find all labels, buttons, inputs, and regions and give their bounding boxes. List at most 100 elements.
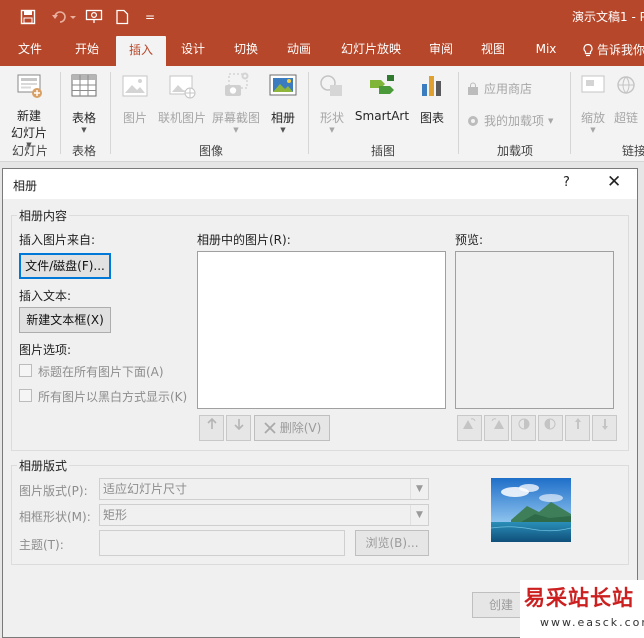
preview-label: 预览: (455, 233, 484, 247)
undo-icon[interactable] (50, 7, 78, 27)
group-label-addins: 加载项 (496, 144, 533, 158)
new-document-icon[interactable] (112, 7, 132, 27)
dropdown-arrow-icon: ▼ (548, 116, 554, 125)
zoom-button[interactable]: 缩放 ▼ (574, 72, 612, 134)
delete-button[interactable]: 删除(V) (254, 415, 330, 441)
lightbulb-icon (583, 43, 593, 57)
caption-below-checkbox[interactable] (19, 364, 32, 377)
insert-text-label: 插入文本: (19, 289, 72, 303)
tab-mix[interactable]: Mix (526, 34, 566, 66)
contrast-down-icon (544, 418, 555, 430)
customize-qat-icon[interactable]: = (140, 7, 160, 27)
table-label: 表格 (71, 111, 96, 125)
pictures-listbox[interactable] (197, 251, 446, 409)
shapes-button[interactable]: 形状 ▼ (312, 72, 352, 134)
tab-animations[interactable]: 动画 (278, 34, 320, 66)
frame-shape-value: 矩形 (103, 508, 128, 522)
black-white-checkbox[interactable] (19, 389, 32, 402)
store-icon (468, 82, 478, 95)
pictures-in-album-label: 相册中的图片(R): (197, 233, 291, 247)
ribbon-insert: 新建 幻灯片 ▼ 幻灯片 表格 ▼ 表格 图片 联机图片 屏幕截图 ▼ 相册 ▼… (0, 66, 644, 162)
online-picture-label: 联机图片 (157, 111, 206, 125)
store-button[interactable]: 应用商店 (466, 80, 532, 97)
tab-view[interactable]: 视图 (472, 34, 514, 66)
screenshot-button[interactable]: 屏幕截图 ▼ (208, 72, 264, 134)
group-label-links: 链接 (622, 144, 644, 158)
tab-insert[interactable]: 插入 (116, 36, 166, 66)
group-label-tables: 表格 (71, 144, 96, 158)
rotate-right-button[interactable] (484, 415, 509, 441)
slideshow-start-icon[interactable] (84, 7, 104, 27)
close-button[interactable]: ✕ (607, 172, 621, 192)
smartart-label: SmartArt (354, 109, 410, 123)
hyperlink-label: 超链 (614, 111, 639, 125)
contrast-decrease-button[interactable] (538, 415, 563, 441)
site-watermark: 易采站长站 www.easck.com (520, 580, 644, 638)
tab-home[interactable]: 开始 (66, 34, 108, 66)
arrow-down-icon (233, 419, 244, 431)
contrast-increase-button[interactable] (511, 415, 536, 441)
move-up-button[interactable] (199, 415, 224, 441)
tab-design[interactable]: 设计 (172, 34, 214, 66)
album-label: 相册 (270, 111, 295, 125)
dialog-title-bar: 相册 ? ✕ (3, 169, 637, 199)
picture-layout-value: 适应幻灯片尺寸 (103, 482, 188, 496)
help-button[interactable]: ? (563, 175, 570, 190)
brightness-down-icon (601, 419, 608, 430)
picture-layout-label: 图片版式(P): (19, 484, 88, 498)
group-separator (458, 72, 459, 154)
screenshot-icon (225, 72, 249, 96)
move-down-button[interactable] (226, 415, 251, 441)
online-picture-button[interactable]: 联机图片 (156, 72, 208, 126)
browse-button[interactable]: 浏览(B)... (355, 530, 429, 556)
smartart-button[interactable]: SmartArt (354, 72, 410, 123)
dialog-title: 相册 (13, 179, 38, 193)
group-label-slides: 幻灯片 (11, 144, 48, 158)
tab-file[interactable]: 文件 (10, 34, 50, 66)
frame-shape-select[interactable]: 矩形 ▼ (99, 504, 429, 526)
group-separator (110, 72, 111, 154)
tab-tell-me[interactable]: 告诉我你 (582, 34, 644, 66)
theme-input[interactable] (99, 530, 345, 556)
tab-transitions[interactable]: 切换 (226, 34, 266, 66)
arrow-up-icon (206, 417, 217, 429)
addins-icon (468, 115, 478, 126)
my-addins-button[interactable]: 我的加载项 ▼ (466, 112, 553, 129)
shapes-icon (320, 75, 342, 96)
tab-review[interactable]: 审阅 (420, 34, 462, 66)
theme-label: 主题(T): (19, 538, 64, 552)
delete-label: 删除(V) (279, 421, 322, 435)
album-icon (269, 74, 297, 96)
chart-button[interactable]: 图表 (412, 72, 452, 126)
picture-layout-select[interactable]: 适应幻灯片尺寸 ▼ (99, 478, 429, 500)
document-title: 演示文稿1 - P (572, 10, 644, 24)
chevron-down-icon: ▼ (410, 505, 428, 525)
dropdown-arrow-icon: ▼ (329, 126, 335, 134)
store-label: 应用商店 (484, 82, 533, 96)
title-bar: = 演示文稿1 - P (0, 0, 644, 34)
new-slide-label-2: 幻灯片 (10, 126, 47, 140)
table-button[interactable]: 表格 ▼ (64, 72, 104, 134)
chevron-down-icon: ▼ (410, 479, 428, 499)
group-label-images: 图像 (198, 144, 223, 158)
save-icon[interactable] (18, 7, 38, 27)
dropdown-arrow-icon: ▼ (81, 126, 87, 134)
photo-album-dialog: 相册 ? ✕ 相册内容 插入图片来自: 文件/磁盘(F)... 插入文本: 新建… (2, 168, 638, 638)
rotate-left-button[interactable] (457, 415, 482, 441)
album-content-legend: 相册内容 (17, 207, 70, 224)
new-slide-icon (17, 74, 42, 98)
file-disk-button[interactable]: 文件/磁盘(F)... (19, 253, 111, 279)
new-textbox-button[interactable]: 新建文本框(X) (19, 307, 111, 333)
picture-label: 图片 (122, 111, 147, 125)
new-slide-button[interactable]: 新建 幻灯片 ▼ (4, 72, 54, 149)
chart-icon (422, 76, 441, 96)
frame-shape-label: 相框形状(M): (19, 510, 91, 524)
picture-button[interactable]: 图片 (116, 72, 154, 126)
hyperlink-button[interactable]: 超链 (614, 72, 644, 126)
chart-label: 图表 (419, 111, 444, 125)
album-button[interactable]: 相册 ▼ (264, 72, 302, 134)
tab-slideshow[interactable]: 幻灯片放映 (334, 34, 408, 66)
brightness-increase-button[interactable] (565, 415, 590, 441)
album-layout-legend: 相册版式 (17, 457, 70, 474)
brightness-decrease-button[interactable] (592, 415, 617, 441)
